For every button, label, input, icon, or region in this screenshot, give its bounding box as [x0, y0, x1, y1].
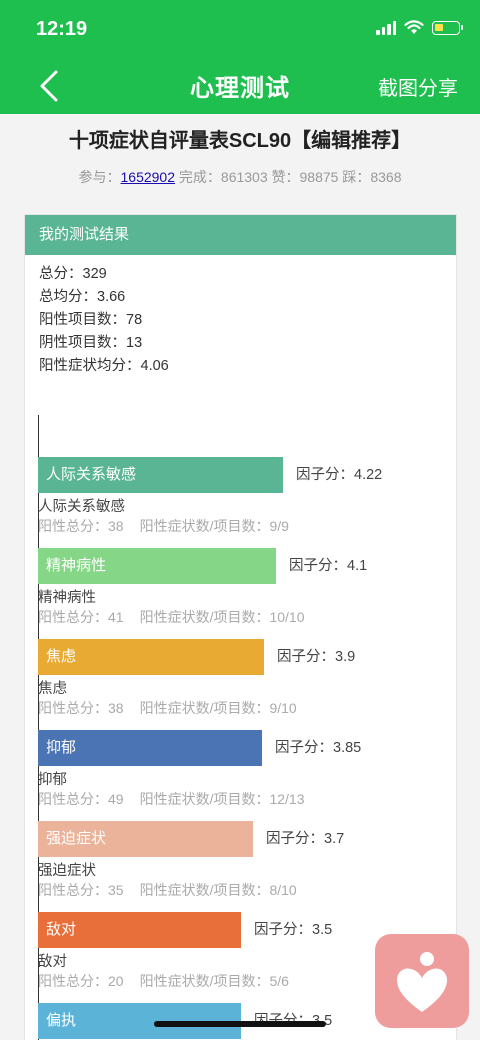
factor-score: 因子分：3.85: [275, 740, 362, 756]
factor-row: 强迫症状 因子分：3.7 强迫症状 阳性总分：35 阳性症状数/项目数：8/10: [38, 794, 456, 898]
status-time: 12:19: [36, 18, 88, 40]
result-summary: 总分：329 总均分：3.66 阳性项目数：78 阴性项目数：13 阳性症状均分…: [25, 255, 456, 378]
home-indicator: [154, 1021, 326, 1027]
test-stats: 参与：1652902 完成：861303 赞：98875 踩：8368: [0, 167, 480, 187]
summary-total-score: 总分：329: [39, 266, 107, 282]
factor-bar: 敌对: [38, 912, 241, 948]
factor-score: 因子分：4.22: [296, 467, 383, 483]
page-title: 十项症状自评量表SCL90【编辑推荐】: [68, 130, 412, 152]
factor-bar: 人际关系敏感: [38, 457, 283, 493]
heart-person-icon: [397, 952, 447, 1012]
factor-row: 抑郁 因子分：3.85 抑郁 阳性总分：49 阳性症状数/项目数：12/13: [38, 703, 456, 807]
factor-name: 人际关系敏感: [38, 499, 125, 515]
status-bar: 12:19: [0, 0, 480, 58]
factor-name: 焦虑: [38, 681, 67, 697]
participants-link[interactable]: 1652902: [121, 169, 176, 185]
signal-icon: [376, 20, 396, 35]
factor-bar: 焦虑: [38, 639, 264, 675]
floating-heart-button[interactable]: [375, 934, 469, 1028]
wifi-icon: [404, 20, 424, 34]
stats-rest: 完成：861303 赞：98875 踩：8368: [175, 169, 402, 185]
summary-positive-items: 阳性项目数：78: [39, 312, 143, 328]
result-card-header: 我的测试结果: [25, 215, 456, 255]
factor-bar: 精神病性: [38, 548, 276, 584]
status-icons: [376, 20, 463, 35]
factor-score: 因子分：4.1: [289, 558, 368, 574]
screenshot-share-button[interactable]: 截图分享: [378, 72, 458, 101]
factor-name: 精神病性: [38, 590, 96, 606]
nav-bar: 心理测试 截图分享: [0, 58, 480, 114]
summary-negative-items: 阴性项目数：13: [39, 335, 143, 351]
factor-row: 人际关系敏感 因子分：4.22 人际关系敏感 阳性总分：38 阳性症状数/项目数：9/9: [38, 430, 456, 534]
battery-charging-icon: [432, 20, 463, 35]
summary-average-score: 总均分：3.66: [39, 289, 126, 305]
summary-positive-average: 阳性症状均分：4.06: [39, 358, 169, 374]
factor-name: 抑郁: [38, 772, 67, 788]
app-header: 12:19 心理测试 截图分享: [0, 0, 480, 114]
stats-prefix: 参与：: [78, 169, 121, 185]
result-card: 我的测试结果 总分：329 总均分：3.66 阳性项目数：78 阴性项目数：13…: [24, 214, 457, 1040]
factor-name: 敌对: [38, 954, 67, 970]
factor-score: 因子分：3.5: [254, 922, 333, 938]
factor-row: 精神病性 因子分：4.1 精神病性 阳性总分：41 阳性症状数/项目数：10/10: [38, 521, 456, 625]
factor-row: 焦虑 因子分：3.9 焦虑 阳性总分：38 阳性症状数/项目数：9/10: [38, 612, 456, 716]
factor-bar: 强迫症状: [38, 821, 253, 857]
factor-name: 强迫症状: [38, 863, 96, 879]
factor-score: 因子分：3.9: [277, 649, 356, 665]
factor-score: 因子分：3.7: [266, 831, 345, 847]
factor-bar: 抑郁: [38, 730, 262, 766]
